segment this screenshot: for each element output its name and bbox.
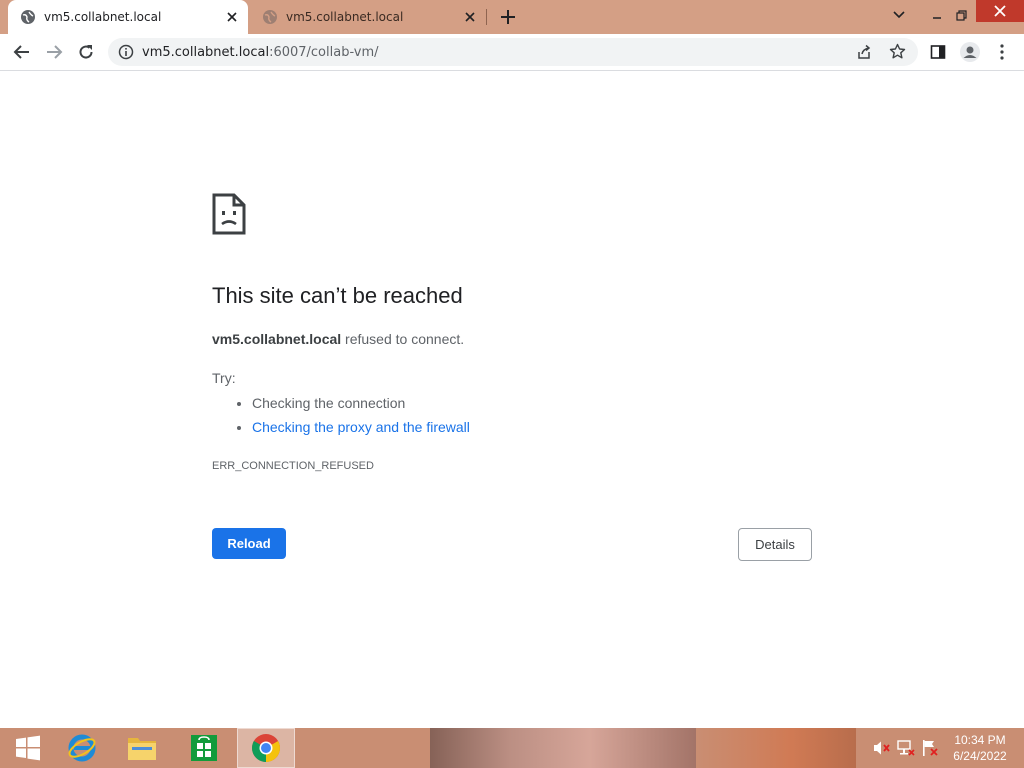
wallpaper-background [430, 728, 696, 768]
details-button[interactable]: Details [738, 528, 812, 561]
proxy-firewall-link[interactable]: Checking the proxy and the firewall [252, 419, 470, 435]
error-message-text: refused to connect. [341, 331, 465, 347]
share-icon[interactable] [856, 44, 872, 60]
site-info-icon[interactable] [118, 44, 134, 60]
url-host: vm5.collabnet.local [142, 44, 270, 60]
profile-avatar-icon[interactable] [958, 40, 982, 64]
chrome-taskbar-icon[interactable] [237, 728, 295, 768]
minimize-icon[interactable] [928, 4, 946, 26]
error-message: vm5.collabnet.local refused to connect. [212, 331, 464, 347]
suggestion-text: Checking the connection [252, 395, 406, 411]
suggestion-check-proxy: Checking the proxy and the firewall [252, 417, 470, 441]
tab-close-icon[interactable] [224, 9, 240, 25]
file-explorer-icon[interactable] [114, 728, 170, 768]
suggestion-check-connection: Checking the connection [252, 393, 470, 417]
tab-divider [486, 9, 487, 25]
new-tab-icon[interactable] [498, 7, 518, 27]
browser-toolbar: vm5.collabnet.local:6007/collab-vm/ [0, 34, 1024, 71]
try-label: Try: [212, 370, 236, 386]
suggestion-list: Checking the connection Checking the pro… [234, 393, 470, 441]
restore-icon[interactable] [952, 4, 970, 26]
window-close-icon[interactable] [976, 0, 1024, 22]
volume-muted-icon[interactable] [872, 736, 892, 760]
sad-page-icon [212, 193, 246, 235]
address-bar[interactable]: vm5.collabnet.local:6007/collab-vm/ [108, 38, 918, 66]
error-host: vm5.collabnet.local [212, 331, 342, 347]
page-title: This site can’t be reached [212, 283, 463, 308]
clock-date: 6/24/2022 [953, 749, 1007, 763]
tab-inactive[interactable]: vm5.collabnet.local [250, 0, 486, 34]
taskbar: 10:34 PM 6/24/2022 [0, 728, 1024, 768]
reload-button[interactable]: Reload [212, 528, 286, 559]
wallpaper-background [696, 728, 856, 768]
globe-icon [263, 10, 277, 24]
more-menu-icon[interactable] [990, 40, 1014, 64]
tab-close-icon[interactable] [462, 9, 478, 25]
tab-strip: vm5.collabnet.local vm5.collabnet.local [0, 0, 1024, 34]
system-clock[interactable]: 10:34 PM 6/24/2022 [940, 732, 1020, 764]
windows-store-icon[interactable] [176, 728, 232, 768]
globe-icon [21, 10, 35, 24]
tab-title: vm5.collabnet.local [286, 10, 404, 24]
reload-icon[interactable] [74, 40, 98, 64]
tab-active[interactable]: vm5.collabnet.local [8, 0, 248, 34]
tab-search-chevron-down-icon[interactable] [888, 4, 910, 26]
action-center-flag-icon[interactable] [920, 736, 940, 760]
back-arrow-icon[interactable] [10, 40, 34, 64]
internet-explorer-icon[interactable] [54, 728, 110, 768]
bookmark-star-icon[interactable] [889, 43, 906, 60]
side-panel-icon[interactable] [926, 40, 950, 64]
url-text[interactable]: vm5.collabnet.local:6007/collab-vm/ [142, 45, 379, 60]
forward-arrow-icon[interactable] [42, 40, 66, 64]
url-path: :6007/collab-vm/ [269, 44, 379, 60]
windows-start-icon[interactable] [0, 728, 56, 768]
tab-title: vm5.collabnet.local [44, 10, 162, 24]
clock-time: 10:34 PM [954, 733, 1006, 747]
error-code: ERR_CONNECTION_REFUSED [212, 460, 374, 472]
network-icon[interactable] [896, 736, 916, 760]
